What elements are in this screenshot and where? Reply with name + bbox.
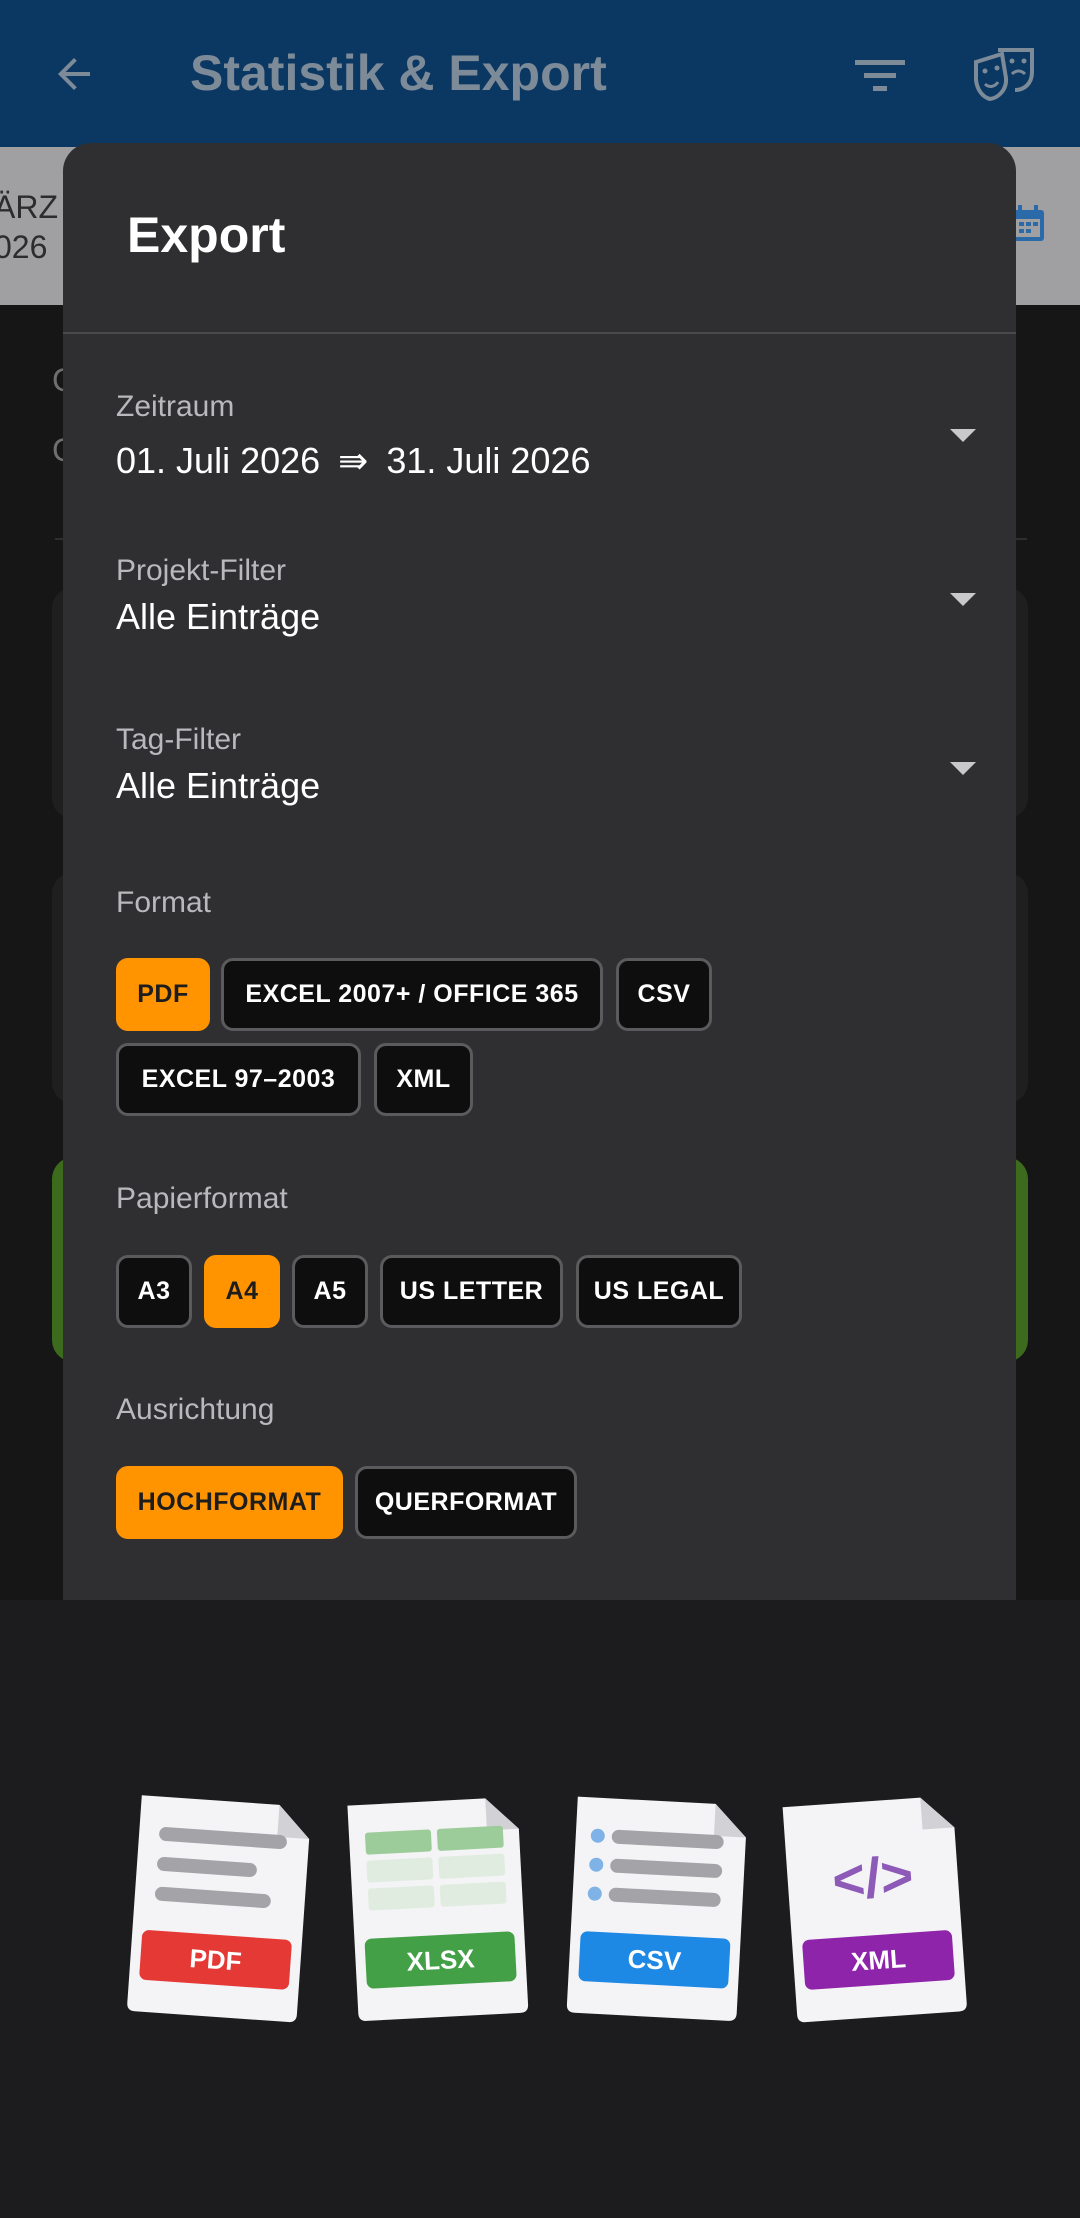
code-glyph-icon: </>	[830, 1843, 915, 1911]
pdf-file-icon: PDF	[127, 1795, 310, 2023]
tag-filter-label: Tag-Filter	[116, 723, 242, 756]
project-filter-label: Projekt-Filter	[116, 554, 287, 587]
format-chip-pdf[interactable]: PDF	[116, 958, 210, 1031]
xml-file-icon: </> XML	[782, 1797, 967, 2023]
chevron-down-icon	[950, 762, 976, 775]
format-chip-xml[interactable]: XML	[374, 1043, 473, 1116]
background-date-fragment: ÄRZ 026	[0, 189, 58, 265]
orientation-chip-landscape[interactable]: QUERFORMAT	[355, 1466, 577, 1539]
format-chip-excel-2007[interactable]: EXCEL 2007+ / OFFICE 365	[221, 958, 603, 1031]
period-value: 01. Juli 2026 ⇛ 31. Juli 2026	[116, 439, 976, 483]
chevron-down-icon	[950, 593, 976, 606]
paper-chip-us-letter[interactable]: US LETTER	[380, 1255, 563, 1328]
tag-filter-dropdown[interactable]: Tag-Filter Alle Einträge	[116, 722, 976, 822]
format-label: Format	[116, 886, 212, 919]
paper-format-label: Papierformat	[116, 1182, 288, 1215]
paper-chip-a5[interactable]: A5	[292, 1255, 368, 1328]
paper-chip-a4[interactable]: A4	[204, 1255, 280, 1328]
dialog-title: Export	[127, 207, 286, 263]
project-filter-dropdown[interactable]: Projekt-Filter Alle Einträge	[116, 553, 976, 653]
file-icon-label: XML	[850, 1943, 907, 1977]
file-icon-label: CSV	[627, 1944, 683, 1977]
app-bar: Statistik & Export	[0, 0, 1080, 147]
filter-list-icon[interactable]	[850, 50, 910, 100]
project-filter-value: Alle Einträge	[116, 596, 321, 637]
csv-file-icon: CSV	[566, 1796, 746, 2021]
dialog-divider	[63, 332, 1016, 334]
chevron-down-icon	[950, 429, 976, 442]
tag-filter-value: Alle Einträge	[116, 765, 321, 806]
theater-masks-icon[interactable]	[972, 44, 1036, 104]
period-start: 01. Juli 2026	[116, 440, 321, 481]
xlsx-file-icon: XLSX	[347, 1798, 529, 2021]
paper-chip-us-legal[interactable]: US LEGAL	[576, 1255, 742, 1328]
format-chip-excel-97[interactable]: EXCEL 97–2003	[116, 1043, 361, 1116]
period-arrow-icon: ⇛	[338, 440, 369, 481]
format-chip-csv[interactable]: CSV	[616, 958, 712, 1031]
period-dropdown[interactable]: Zeitraum 01. Juli 2026 ⇛ 31. Juli 2026	[116, 389, 976, 504]
file-icon-label: XLSX	[406, 1943, 476, 1977]
orientation-label: Ausrichtung	[116, 1393, 275, 1426]
orientation-chip-portrait[interactable]: HOCHFORMAT	[116, 1466, 343, 1539]
paper-chip-a3[interactable]: A3	[116, 1255, 192, 1328]
arrow-back-icon[interactable]	[50, 50, 98, 98]
period-end: 31. Juli 2026	[386, 440, 591, 481]
file-icon-label: PDF	[189, 1943, 243, 1977]
export-dialog: Export Zeitraum 01. Juli 2026 ⇛ 31. Juli 2…	[63, 143, 1016, 1600]
period-label: Zeitraum	[116, 390, 235, 423]
app-title: Statistik & Export	[190, 45, 607, 101]
